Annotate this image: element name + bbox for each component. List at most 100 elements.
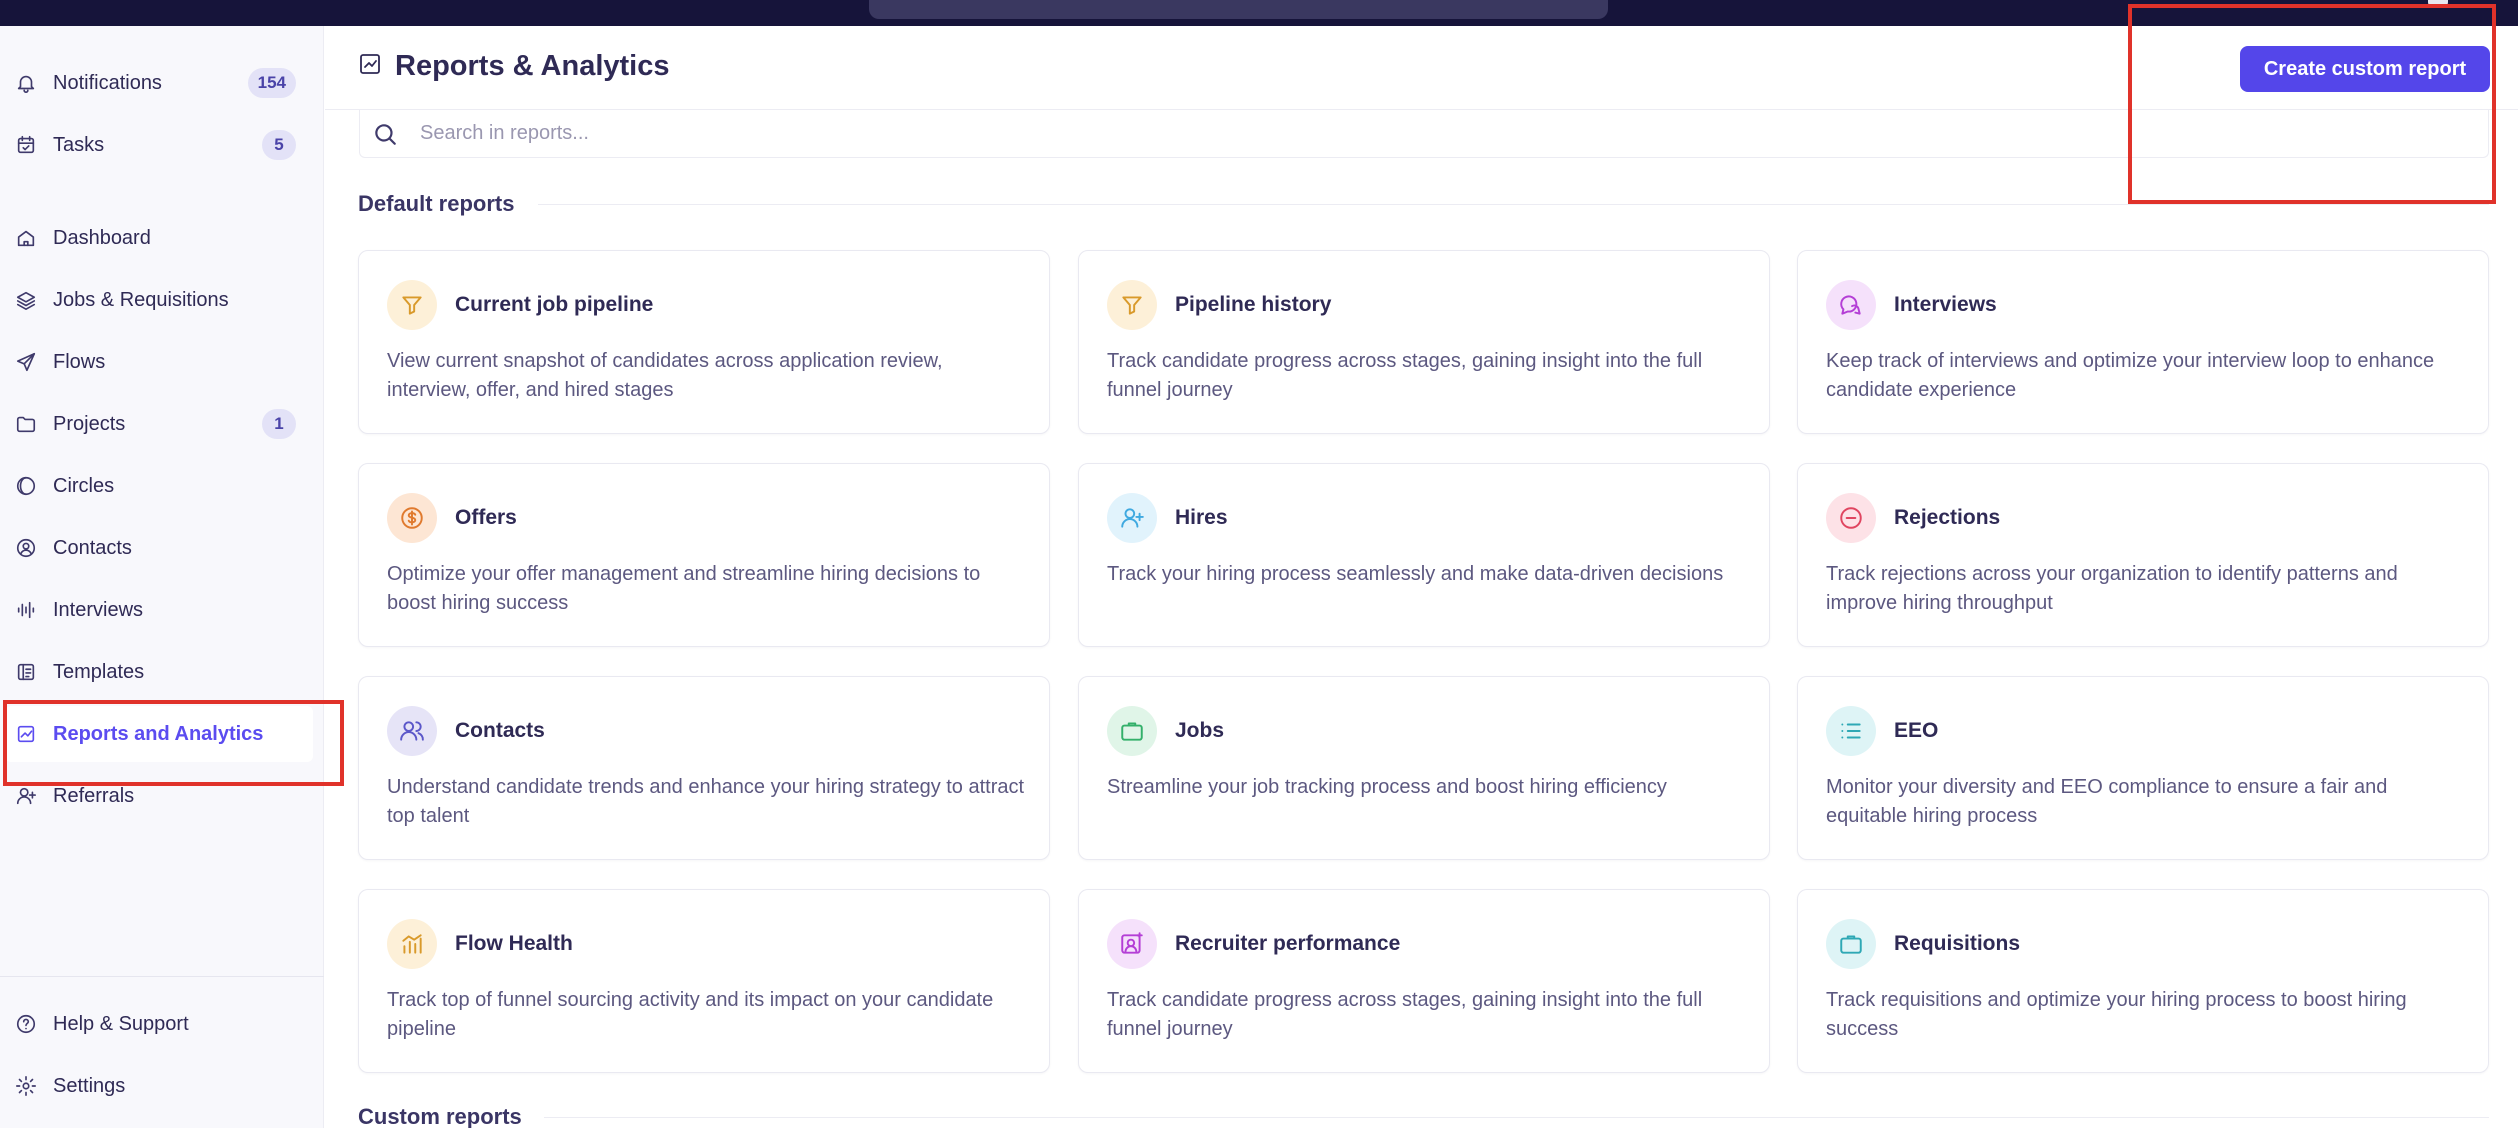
search-input[interactable] [420, 122, 2220, 145]
calendar-check-icon [14, 133, 38, 157]
report-card-offers[interactable]: Offers Optimize your offer management an… [358, 463, 1050, 647]
page-title-text: Reports & Analytics [395, 50, 670, 82]
report-card-title: Recruiter performance [1175, 932, 1401, 955]
sidebar-item-templates[interactable]: Templates [0, 644, 324, 700]
template-icon [14, 660, 38, 684]
user-plus-icon [1107, 493, 1157, 543]
report-card-jobs[interactable]: Jobs Streamline your job tracking proces… [1078, 676, 1770, 860]
report-card-description: Track rejections across your organizatio… [1826, 563, 2398, 614]
sidebar: Notifications 154 Tasks 5 Dashboard Jobs… [0, 26, 324, 1128]
highlight-box-reports-nav [3, 700, 344, 786]
report-card-description: Keep track of interviews and optimize yo… [1826, 350, 2435, 401]
report-card-description: Track candidate progress across stages, … [1107, 350, 1703, 401]
report-card-title: Current job pipeline [455, 293, 654, 316]
pipeline-filter-icon [387, 280, 437, 330]
sidebar-item-label: Dashboard [53, 226, 151, 249]
report-card-contacts[interactable]: Contacts Understand candidate trends and… [358, 676, 1050, 860]
report-card-eeo[interactable]: EEO Monitor your diversity and EEO compl… [1797, 676, 2489, 860]
briefcase-icon [1107, 706, 1157, 756]
highlight-box-create-button [2128, 4, 2496, 204]
sidebar-item-label: Tasks [53, 133, 105, 156]
sidebar-item-jobs-requisitions[interactable]: Jobs & Requisitions [0, 272, 324, 328]
help-icon [14, 1012, 38, 1036]
waveform-icon [14, 598, 38, 622]
gear-icon [14, 1074, 38, 1098]
report-card-description: Track requisitions and optimize your hir… [1826, 989, 2407, 1040]
report-card-hires[interactable]: Hires Track your hiring process seamless… [1078, 463, 1770, 647]
report-card-description: Track your hiring process seamlessly and… [1107, 563, 1724, 585]
minus-circle-icon [1826, 493, 1876, 543]
report-card-title: Rejections [1894, 506, 2001, 529]
sidebar-item-label: Help & Support [53, 1012, 189, 1035]
report-card-description: Understand candidate trends and enhance … [387, 776, 1025, 827]
report-card-title: Interviews [1894, 293, 1997, 316]
sidebar-item-tasks[interactable]: Tasks 5 [0, 117, 324, 173]
report-card-title: Contacts [455, 719, 545, 742]
layers-icon [14, 288, 38, 312]
user-circle-icon [14, 536, 38, 560]
list-icon [1826, 706, 1876, 756]
report-card-description: Monitor your diversity and EEO complianc… [1826, 776, 2388, 827]
briefcase-icon [1826, 919, 1876, 969]
report-card-interviews[interactable]: Interviews Keep track of interviews and … [1797, 250, 2489, 434]
report-card-description: View current snapshot of candidates acro… [387, 350, 943, 401]
sidebar-item-label: Interviews [53, 598, 144, 621]
sidebar-item-notifications[interactable]: Notifications 154 [0, 55, 324, 111]
sidebar-item-label: Projects [53, 412, 126, 435]
sidebar-item-contacts[interactable]: Contacts [0, 520, 324, 576]
bar-chart-icon [387, 919, 437, 969]
report-card-title: Pipeline history [1175, 293, 1332, 316]
report-card-description: Track top of funnel sourcing activity an… [387, 989, 994, 1040]
sidebar-item-projects[interactable]: Projects 1 [0, 396, 324, 452]
sidebar-item-label: Circles [53, 474, 115, 497]
report-card-title: Flow Health [455, 932, 573, 955]
home-icon [14, 226, 38, 250]
folder-icon [14, 412, 38, 436]
sidebar-item-flows[interactable]: Flows [0, 334, 324, 390]
sidebar-item-label: Referrals [53, 784, 135, 807]
report-card-requisitions[interactable]: Requisitions Track requisitions and opti… [1797, 889, 2489, 1073]
chat-bubbles-icon [1826, 280, 1876, 330]
dollar-icon [387, 493, 437, 543]
section-title-custom: Custom reports [358, 1104, 522, 1128]
top-search-pill[interactable] [869, 0, 1608, 19]
report-card-title: Offers [455, 506, 517, 529]
sidebar-item-label: Contacts [53, 536, 132, 559]
report-card-recruiter-performance[interactable]: Recruiter performance Track candidate pr… [1078, 889, 1770, 1073]
report-card-title: Jobs [1175, 719, 1225, 742]
sidebar-item-label: Settings [53, 1074, 126, 1097]
report-card-description: Streamline your job tracking process and… [1107, 776, 1667, 798]
report-card-title: Requisitions [1894, 932, 2021, 955]
project-count-badge: 1 [262, 409, 296, 439]
person-sparkle-icon [1107, 919, 1157, 969]
user-plus-icon [14, 784, 38, 808]
section-title-default: Default reports [358, 191, 515, 216]
report-card-rejections[interactable]: Rejections Track rejections across your … [1797, 463, 2489, 647]
sidebar-divider [0, 976, 324, 977]
search-icon [375, 123, 396, 145]
circles-icon [14, 474, 38, 498]
section-divider [538, 204, 2489, 205]
chart-icon [358, 52, 382, 81]
report-card-flow-health[interactable]: Flow Health Track top of funnel sourcing… [358, 889, 1050, 1073]
bell-icon [14, 71, 38, 95]
section-divider [544, 1117, 2489, 1118]
send-icon [14, 350, 38, 374]
sidebar-item-interviews[interactable]: Interviews [0, 582, 324, 638]
report-card-pipeline-history[interactable]: Pipeline history Track candidate progres… [1078, 250, 1770, 434]
notification-count-badge: 154 [247, 68, 296, 98]
sidebar-item-circles[interactable]: Circles [0, 458, 324, 514]
users-icon [387, 706, 437, 756]
report-card-description: Optimize your offer management and strea… [387, 563, 981, 614]
page-title: Reports & Analytics [358, 50, 670, 83]
sidebar-item-label: Templates [53, 660, 145, 683]
sidebar-item-settings[interactable]: Settings [0, 1058, 324, 1114]
sidebar-item-help-support[interactable]: Help & Support [0, 996, 324, 1052]
sidebar-item-dashboard[interactable]: Dashboard [0, 210, 324, 266]
sidebar-item-label: Jobs & Requisitions [53, 288, 229, 311]
report-card-current-job-pipeline[interactable]: Current job pipeline View current snapsh… [358, 250, 1050, 434]
report-card-description: Track candidate progress across stages, … [1107, 989, 1703, 1040]
sidebar-item-label: Notifications [53, 71, 162, 94]
report-card-title: EEO [1894, 719, 1939, 742]
report-card-title: Hires [1175, 506, 1228, 529]
